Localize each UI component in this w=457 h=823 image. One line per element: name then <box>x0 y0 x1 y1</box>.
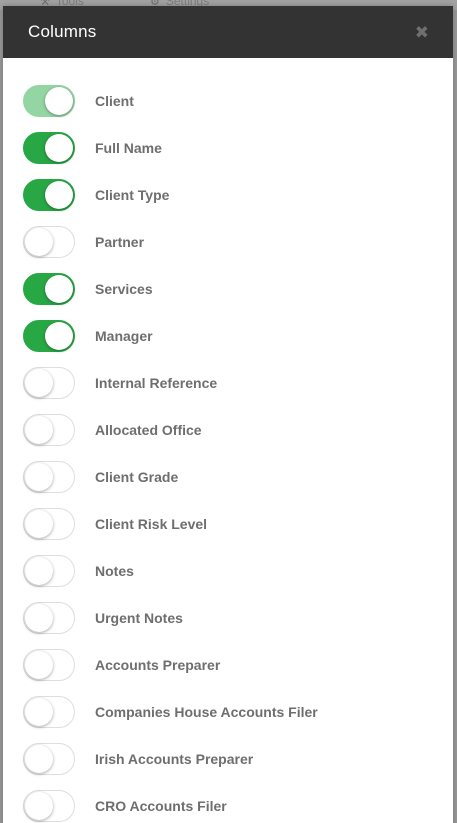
toggle-knob <box>25 556 53 585</box>
column-toggle[interactable] <box>23 601 75 634</box>
column-row: Allocated Office <box>3 406 453 453</box>
column-toggle[interactable] <box>23 272 75 305</box>
column-toggle[interactable] <box>23 789 75 822</box>
toggle-knob <box>25 744 53 773</box>
toggle-knob <box>25 462 53 491</box>
column-row: Notes <box>3 547 453 594</box>
column-row: Client <box>3 77 453 124</box>
column-toggle[interactable] <box>23 319 75 352</box>
column-label: Manager <box>95 327 153 344</box>
column-row: Accounts Preparer <box>3 641 453 688</box>
column-label: CRO Accounts Filer <box>95 797 227 814</box>
column-row: Client Risk Level <box>3 500 453 547</box>
column-toggle[interactable] <box>23 366 75 399</box>
column-toggle[interactable] <box>23 554 75 587</box>
toggle-knob <box>25 415 53 444</box>
column-label: Services <box>95 280 153 297</box>
modal-header: Columns ✖ <box>3 6 453 58</box>
close-icon[interactable]: ✖ <box>415 24 429 41</box>
toggle-knob <box>25 650 53 679</box>
column-row: Irish Accounts Preparer <box>3 735 453 782</box>
column-label: Companies House Accounts Filer <box>95 703 318 720</box>
column-label: Urgent Notes <box>95 609 183 626</box>
column-label: Notes <box>95 562 134 579</box>
column-toggle[interactable] <box>23 413 75 446</box>
column-row: Full Name <box>3 124 453 171</box>
toggle-knob <box>25 368 53 397</box>
column-toggle[interactable] <box>23 648 75 681</box>
modal-title: Columns <box>28 22 97 41</box>
column-toggle[interactable] <box>23 131 75 164</box>
column-label: Client <box>95 92 134 109</box>
toggle-knob <box>25 603 53 632</box>
column-row: Manager <box>3 312 453 359</box>
column-label: Allocated Office <box>95 421 202 438</box>
toggle-knob <box>25 227 53 256</box>
column-toggle[interactable] <box>23 742 75 775</box>
column-toggle[interactable] <box>23 225 75 258</box>
column-label: Full Name <box>95 139 162 156</box>
column-toggle[interactable] <box>23 178 75 211</box>
column-label: Partner <box>95 233 145 250</box>
columns-modal: Columns ✖ Client Full Name Client Type Part… <box>3 6 453 823</box>
toggle-knob <box>25 791 53 820</box>
column-label: Client Type <box>95 186 170 203</box>
toggle-knob <box>45 274 73 303</box>
column-toggle <box>23 84 75 117</box>
column-row: Client Grade <box>3 453 453 500</box>
toggle-knob <box>25 697 53 726</box>
column-row: Urgent Notes <box>3 594 453 641</box>
toggle-knob <box>45 86 73 115</box>
column-list: Client Full Name Client Type Partner Service… <box>3 58 453 823</box>
column-row: Companies House Accounts Filer <box>3 688 453 735</box>
column-row: Client Type <box>3 171 453 218</box>
toggle-knob <box>25 509 53 538</box>
toggle-knob <box>45 180 73 209</box>
column-label: Client Grade <box>95 468 179 485</box>
column-row: Partner <box>3 218 453 265</box>
column-label: Accounts Preparer <box>95 656 221 673</box>
toggle-knob <box>45 321 73 350</box>
toggle-knob <box>45 133 73 162</box>
column-label: Irish Accounts Preparer <box>95 750 254 767</box>
column-label: Internal Reference <box>95 374 218 391</box>
column-toggle[interactable] <box>23 460 75 493</box>
column-toggle[interactable] <box>23 695 75 728</box>
column-toggle[interactable] <box>23 507 75 540</box>
column-label: Client Risk Level <box>95 515 208 532</box>
column-row: CRO Accounts Filer <box>3 782 453 823</box>
column-row: Internal Reference <box>3 359 453 406</box>
column-row: Services <box>3 265 453 312</box>
